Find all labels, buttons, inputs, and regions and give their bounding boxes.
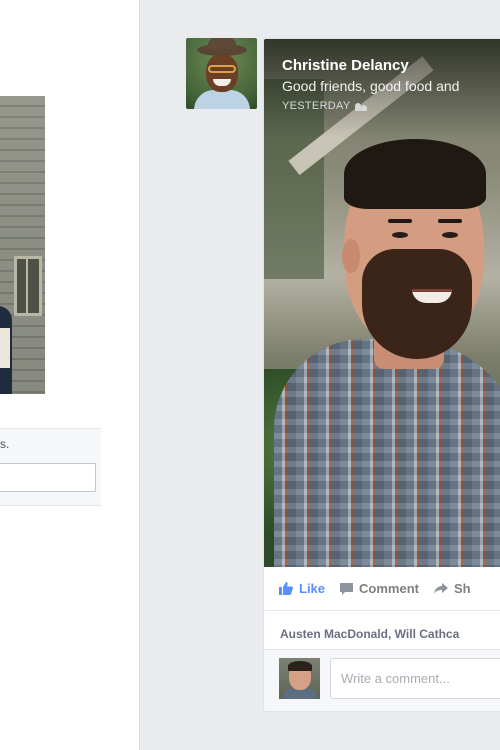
comment-composer (264, 649, 500, 711)
like-label: Like (299, 581, 326, 596)
thumbs-up-icon (279, 582, 293, 595)
previous-post-comment-area: s. (0, 428, 101, 506)
post-photo[interactable]: Christine Delancy Good friends, good foo… (264, 39, 500, 567)
comment-button[interactable]: Comment (339, 581, 419, 596)
photo-collar (0, 328, 10, 368)
comment-label: Comment (359, 581, 419, 596)
viewer-avatar[interactable] (279, 658, 320, 699)
share-label: Sh (453, 581, 471, 596)
photo-ear (342, 239, 360, 273)
photo-window (14, 256, 42, 316)
avatar-hat (197, 38, 247, 56)
previous-post-comment-field[interactable] (0, 463, 96, 492)
photo-eye (442, 232, 458, 238)
comment-input[interactable] (330, 658, 500, 699)
post-timestamp[interactable]: YESTERDAY (282, 100, 351, 112)
share-icon (433, 583, 448, 594)
previous-post-column: s. (0, 0, 140, 750)
photo-brow (388, 219, 412, 223)
photo-hair (344, 139, 486, 209)
previous-post-photo[interactable] (0, 96, 45, 394)
avatar-glasses (208, 65, 236, 73)
previous-post-likers-trail: s. (0, 437, 10, 451)
photo-brow (438, 219, 462, 223)
post-header-overlay: Christine Delancy Good friends, good foo… (282, 57, 459, 112)
post-card: Christine Delancy Good friends, good foo… (263, 38, 500, 712)
friends-icon[interactable] (354, 102, 367, 111)
post-text: Good friends, good food and (282, 78, 460, 94)
photo-shirt (274, 339, 500, 567)
photo-eye (392, 232, 408, 238)
share-button[interactable]: Sh (433, 581, 471, 596)
comment-icon (340, 582, 354, 595)
post-meta: YESTERDAY (282, 100, 459, 112)
avatar-face (206, 54, 238, 92)
likers-summary[interactable]: Austen MacDonald, Will Cathca (280, 627, 459, 641)
post-actions: Like Comment Sh (264, 567, 500, 611)
author-avatar[interactable] (186, 38, 257, 109)
avatar-body (194, 90, 250, 109)
photo-beard (362, 249, 472, 359)
like-button[interactable]: Like (278, 581, 325, 596)
viewer-avatar-hair (288, 661, 312, 671)
author-name[interactable]: Christine Delancy (282, 57, 459, 74)
